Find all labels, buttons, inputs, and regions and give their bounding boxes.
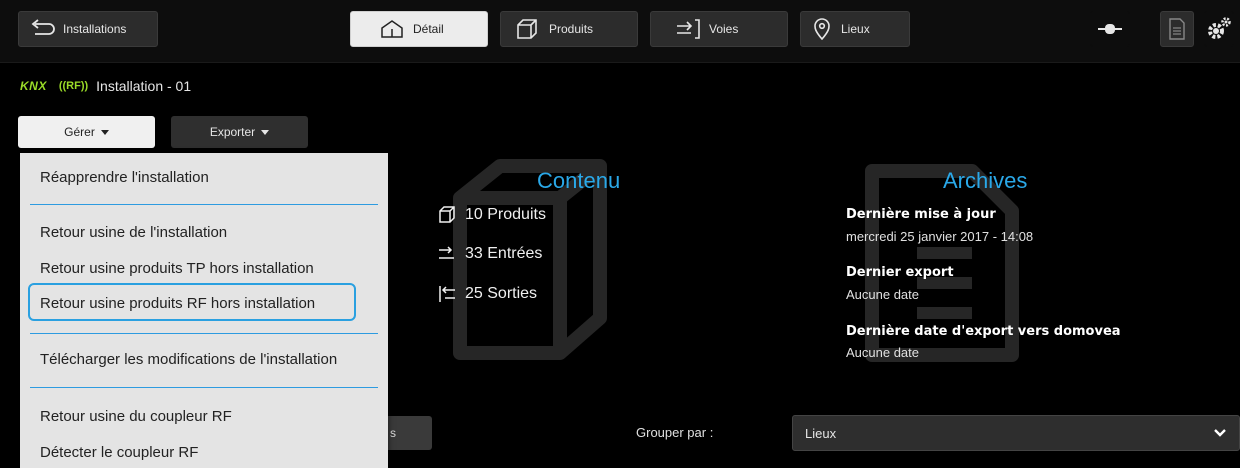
archives-title: Archives bbox=[943, 168, 1028, 193]
tab-voies[interactable]: Voies bbox=[650, 11, 788, 47]
menu-item-telecharger-modifications[interactable]: Télécharger les modifications de l'insta… bbox=[40, 351, 337, 368]
stat-entrees: 33 Entrées bbox=[437, 244, 542, 264]
cube-icon bbox=[439, 206, 455, 223]
installation-title-row: KNX ((RF)) Installation - 01 bbox=[20, 76, 191, 96]
tab-detail[interactable]: Détail bbox=[350, 11, 488, 47]
chevron-down-icon bbox=[1214, 429, 1226, 437]
top-toolbar: Installations Détail Produits Voies Lieu… bbox=[0, 0, 1240, 63]
group-by-label: Grouper par : bbox=[636, 425, 714, 440]
location-pin-icon bbox=[814, 18, 830, 40]
house-icon bbox=[381, 20, 403, 38]
document-button[interactable] bbox=[1160, 11, 1194, 47]
rf-badge: ((RF)) bbox=[58, 80, 89, 92]
connection-button[interactable] bbox=[1090, 11, 1130, 47]
gerer-label: Gérer bbox=[64, 125, 95, 139]
tab-voies-label: Voies bbox=[709, 22, 739, 36]
domovea-export-value: Aucune date bbox=[846, 345, 920, 360]
menu-separator bbox=[30, 333, 378, 334]
tab-lieux-label: Lieux bbox=[841, 22, 870, 36]
stat-produits-text: 10 Produits bbox=[465, 206, 546, 223]
menu-item-retour-usine-installation[interactable]: Retour usine de l'installation bbox=[40, 224, 227, 241]
stat-entrees-text: 33 Entrées bbox=[465, 245, 543, 262]
gerer-dropdown-button[interactable]: Gérer bbox=[18, 116, 155, 148]
last-export-label: Dernier export bbox=[846, 265, 954, 280]
gerer-dropdown-menu: Réapprendre l'installation Retour usine … bbox=[20, 153, 388, 468]
caret-down-icon bbox=[100, 129, 109, 135]
contenu-title: Contenu bbox=[537, 168, 621, 193]
tab-lieux[interactable]: Lieux bbox=[800, 11, 910, 47]
menu-item-detecter-coupleur[interactable]: Détecter le coupleur RF bbox=[40, 444, 198, 461]
stat-sorties: 25 Sorties bbox=[437, 284, 537, 304]
domovea-export-label: Dernière date d'export vers domovea bbox=[846, 324, 1121, 339]
menu-separator bbox=[30, 204, 378, 205]
menu-item-retour-usine-rf[interactable]: Retour usine produits RF hors installati… bbox=[40, 295, 315, 312]
menu-item-retour-usine-coupleur[interactable]: Retour usine du coupleur RF bbox=[40, 408, 232, 425]
group-by-select[interactable]: Lieux bbox=[792, 415, 1240, 451]
stat-produits: 10 Produits bbox=[437, 205, 546, 225]
tab-detail-label: Détail bbox=[413, 22, 444, 36]
back-arrow-icon bbox=[31, 19, 55, 35]
installation-name: Installation - 01 bbox=[96, 78, 192, 94]
knx-badge: KNX bbox=[20, 79, 47, 93]
tab-produits-label: Produits bbox=[549, 22, 594, 36]
group-by-selected-value: Lieux bbox=[805, 425, 837, 441]
last-update-label: Dernière mise à jour bbox=[846, 207, 996, 222]
menu-item-retour-usine-tp[interactable]: Retour usine produits TP hors installati… bbox=[40, 260, 314, 277]
output-arrow-icon bbox=[439, 286, 455, 302]
menu-separator bbox=[30, 387, 378, 388]
last-update-value: mercredi 25 janvier 2017 - 14:08 bbox=[846, 229, 1034, 244]
back-installations-label: Installations bbox=[63, 22, 127, 36]
menu-item-reapprendre[interactable]: Réapprendre l'installation bbox=[40, 169, 209, 186]
document-icon bbox=[1169, 18, 1185, 40]
input-arrow-icon bbox=[439, 246, 454, 259]
partially-hidden-button-label: s bbox=[390, 426, 396, 440]
gears-icon bbox=[1208, 17, 1231, 39]
cube-icon bbox=[517, 19, 537, 39]
caret-down-icon bbox=[261, 129, 270, 135]
settings-button[interactable] bbox=[1204, 11, 1234, 47]
partially-hidden-button[interactable]: s bbox=[388, 416, 432, 450]
channels-icon bbox=[677, 19, 700, 39]
exporter-dropdown-button[interactable]: Exporter bbox=[171, 116, 308, 148]
back-installations-button[interactable]: Installations bbox=[18, 11, 158, 47]
exporter-label: Exporter bbox=[209, 125, 256, 139]
tab-produits[interactable]: Produits bbox=[500, 11, 638, 47]
last-export-value: Aucune date bbox=[846, 287, 920, 302]
stat-sorties-text: 25 Sorties bbox=[465, 285, 538, 302]
plug-connector-icon bbox=[1098, 24, 1122, 34]
